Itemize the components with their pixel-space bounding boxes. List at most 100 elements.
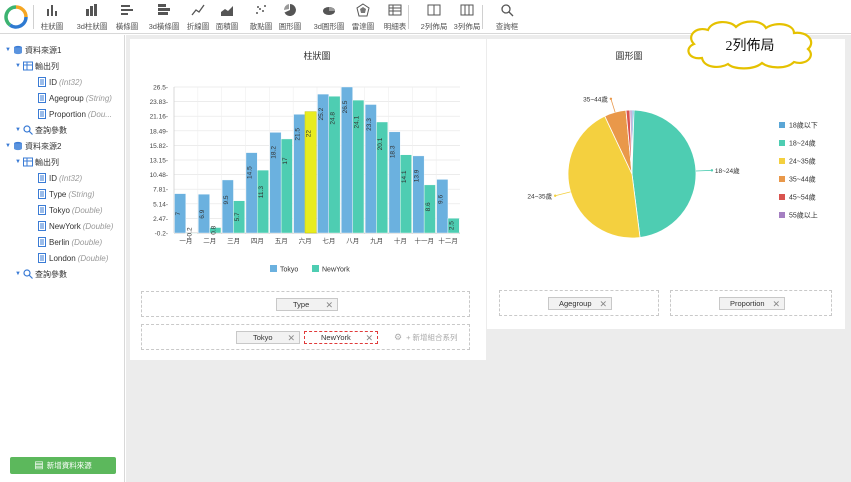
tree-output-columns[interactable]: ▼ 輸出列 (14, 155, 59, 169)
toolbar-two-column-layout-button[interactable]: 2列佈局 (419, 2, 449, 32)
toolbar-bar-3d-chart-button[interactable]: 3d柱狀圖 (72, 2, 112, 32)
tokyo-chip[interactable]: Tokyo ✕ (236, 331, 300, 344)
toolbar-pie-chart-button[interactable]: 圓形圖 (276, 2, 304, 32)
tree-field[interactable]: NewYork (Double) (28, 219, 113, 233)
tree-label: 輸出列 (35, 61, 59, 71)
toolbar-table-button[interactable]: 明細表 (382, 2, 408, 32)
legend-label[interactable]: Tokyo (280, 267, 298, 274)
field-icon (36, 205, 47, 216)
series-drop-zone[interactable]: Tokyo ✕ NewYork ✕ ⚙ + 新增組合系列 (141, 324, 470, 350)
pie-3d-chart-icon (311, 2, 347, 18)
data-label: 18.3 (390, 145, 397, 158)
toolbar-horizontal-bar-button[interactable]: 橫條圖 (113, 2, 141, 32)
data-label: 23.3 (366, 118, 373, 131)
tree-label: Agegroup (49, 93, 84, 103)
y-tick-label: -0.2- (155, 231, 168, 238)
pie-slice-2[interactable] (631, 109, 697, 238)
tree-source-2[interactable]: ▼ 資料來源2 (4, 139, 61, 153)
tree-field[interactable]: Berlin (Double) (28, 235, 102, 249)
proportion-chip[interactable]: Proportion ✕ (719, 297, 785, 310)
category-drop-zone[interactable]: Type ✕ (141, 291, 470, 317)
expand-arrow-icon[interactable]: ▼ (14, 159, 22, 165)
close-icon[interactable]: ✕ (287, 332, 295, 344)
field-type: (Int32) (59, 77, 83, 87)
legend-label[interactable]: 45~54歲 (789, 193, 816, 202)
type-chip[interactable]: Type ✕ (276, 298, 338, 311)
legend-swatch (270, 265, 277, 272)
toolbar-radar-chart-button[interactable]: 雷達圖 (350, 2, 376, 32)
tree-query-params[interactable]: ▼ 查詢參數 (14, 123, 67, 137)
tree-label: London (49, 253, 76, 263)
expand-arrow-icon[interactable]: ▼ (4, 143, 12, 149)
x-tick-label: 十二月 (438, 236, 458, 245)
legend-label[interactable]: 24~35歲 (789, 157, 816, 166)
field-icon (36, 189, 47, 200)
bar-chart-icon (38, 2, 66, 18)
toolbar-three-column-layout-button[interactable]: 3列佈局 (452, 2, 482, 32)
tree-field[interactable]: ID (Int32) (28, 75, 82, 89)
pie-chart-icon (276, 2, 304, 18)
legend-label[interactable]: 55歲以上 (789, 211, 818, 220)
expand-arrow-icon[interactable]: ▼ (14, 271, 22, 277)
tree-field[interactable]: Type (String) (28, 187, 95, 201)
bar-newyork-4[interactable] (257, 169, 269, 234)
toolbar-line-chart-button[interactable]: 折線圖 (185, 2, 211, 32)
expand-arrow-icon[interactable]: ▼ (14, 127, 22, 133)
bar-tokyo-11[interactable] (412, 155, 425, 234)
toolbar-horizontal-bar-3d-button[interactable]: 3d橫條圖 (144, 2, 184, 32)
legend-label[interactable]: 18歲以下 (789, 121, 818, 130)
sidebar: ▼ 資料來源1 ▼ 輸出列 ID (Int32) Agegroup (String) Propo… (0, 35, 125, 482)
field-icon (36, 77, 47, 88)
bar-tokyo-12[interactable] (436, 179, 449, 234)
legend-label[interactable]: NewYork (322, 267, 350, 274)
legend-swatch (779, 122, 785, 128)
add-series-button[interactable]: ⚙ + 新增組合系列 (394, 332, 457, 343)
field-icon (36, 93, 47, 104)
tree-query-params[interactable]: ▼ 查詢參數 (14, 267, 67, 281)
field-type: (Double) (77, 253, 109, 263)
close-icon[interactable]: ✕ (772, 298, 780, 310)
layout-callout: 2列佈局 (687, 20, 813, 70)
bar-tokyo-4[interactable] (245, 152, 258, 234)
close-icon[interactable]: ✕ (365, 332, 373, 344)
toolbar-search-button[interactable]: 查詢框 (492, 2, 522, 32)
pie-value-drop-zone[interactable]: Proportion ✕ (670, 290, 832, 316)
data-label: 8.6 (425, 202, 432, 211)
tree-field[interactable]: Tokyo (Double) (28, 203, 103, 217)
field-type: (Dou... (87, 109, 112, 119)
tree-source-1[interactable]: ▼ 資料來源1 (4, 43, 61, 57)
tree-field[interactable]: Proportion (Dou... (28, 107, 112, 121)
tree-field[interactable]: ID (Int32) (28, 171, 82, 185)
toolbar-area-chart-button[interactable]: 面積圖 (214, 2, 240, 32)
tree-field[interactable]: London (Double) (28, 251, 108, 265)
data-label: 26.5 (342, 100, 349, 113)
tree-output-columns[interactable]: ▼ 輸出列 (14, 59, 59, 73)
bar-newyork-6[interactable] (304, 111, 317, 234)
expand-arrow-icon[interactable]: ▼ (4, 47, 12, 53)
pie-label: 24~35歲 (527, 191, 552, 200)
pie-chart-panel[interactable]: 圓形圖 18~24歲 24~35歲 35~44歲 18歲以下 18~24歲 24~35歲 35… (487, 39, 845, 329)
close-icon[interactable]: ✕ (325, 299, 333, 311)
toolbar-bar-chart-button[interactable]: 柱狀圖 (38, 2, 66, 32)
tree-label: 查詢參數 (35, 269, 67, 279)
toolbar-pie-3d-chart-button[interactable]: 3d圓形圖 (311, 2, 347, 32)
pie-category-drop-zone[interactable]: Agegroup ✕ (499, 290, 659, 316)
toolbar-scatter-chart-button[interactable]: 散點圖 (248, 2, 274, 32)
bar-newyork-5[interactable] (280, 138, 293, 234)
bar-chart-panel[interactable]: 柱狀圖 -0.2- 2.47- 5.14- 7.81- 10.48- 13.15- 15.82… (130, 39, 486, 360)
toolbar-item-label: 柱狀圖 (40, 22, 64, 31)
bar-newyork-10[interactable] (400, 154, 412, 234)
expand-arrow-icon[interactable]: ▼ (14, 63, 22, 69)
legend-label[interactable]: 35~44歲 (789, 175, 816, 184)
newyork-chip[interactable]: NewYork ✕ (304, 331, 378, 344)
tree-label: Berlin (49, 237, 70, 247)
legend-label[interactable]: 18~24歲 (789, 139, 816, 148)
agegroup-chip[interactable]: Agegroup ✕ (548, 297, 612, 310)
data-label: 14.5 (247, 166, 254, 179)
field-type: (String) (68, 189, 95, 199)
tree-field[interactable]: Agegroup (String) (28, 91, 112, 105)
close-icon[interactable]: ✕ (599, 298, 607, 310)
x-tick-label: 十月 (394, 236, 407, 245)
add-data-source-button[interactable]: ▤ 新增資料來源 (10, 457, 116, 474)
bar-tokyo-3[interactable] (221, 179, 234, 234)
